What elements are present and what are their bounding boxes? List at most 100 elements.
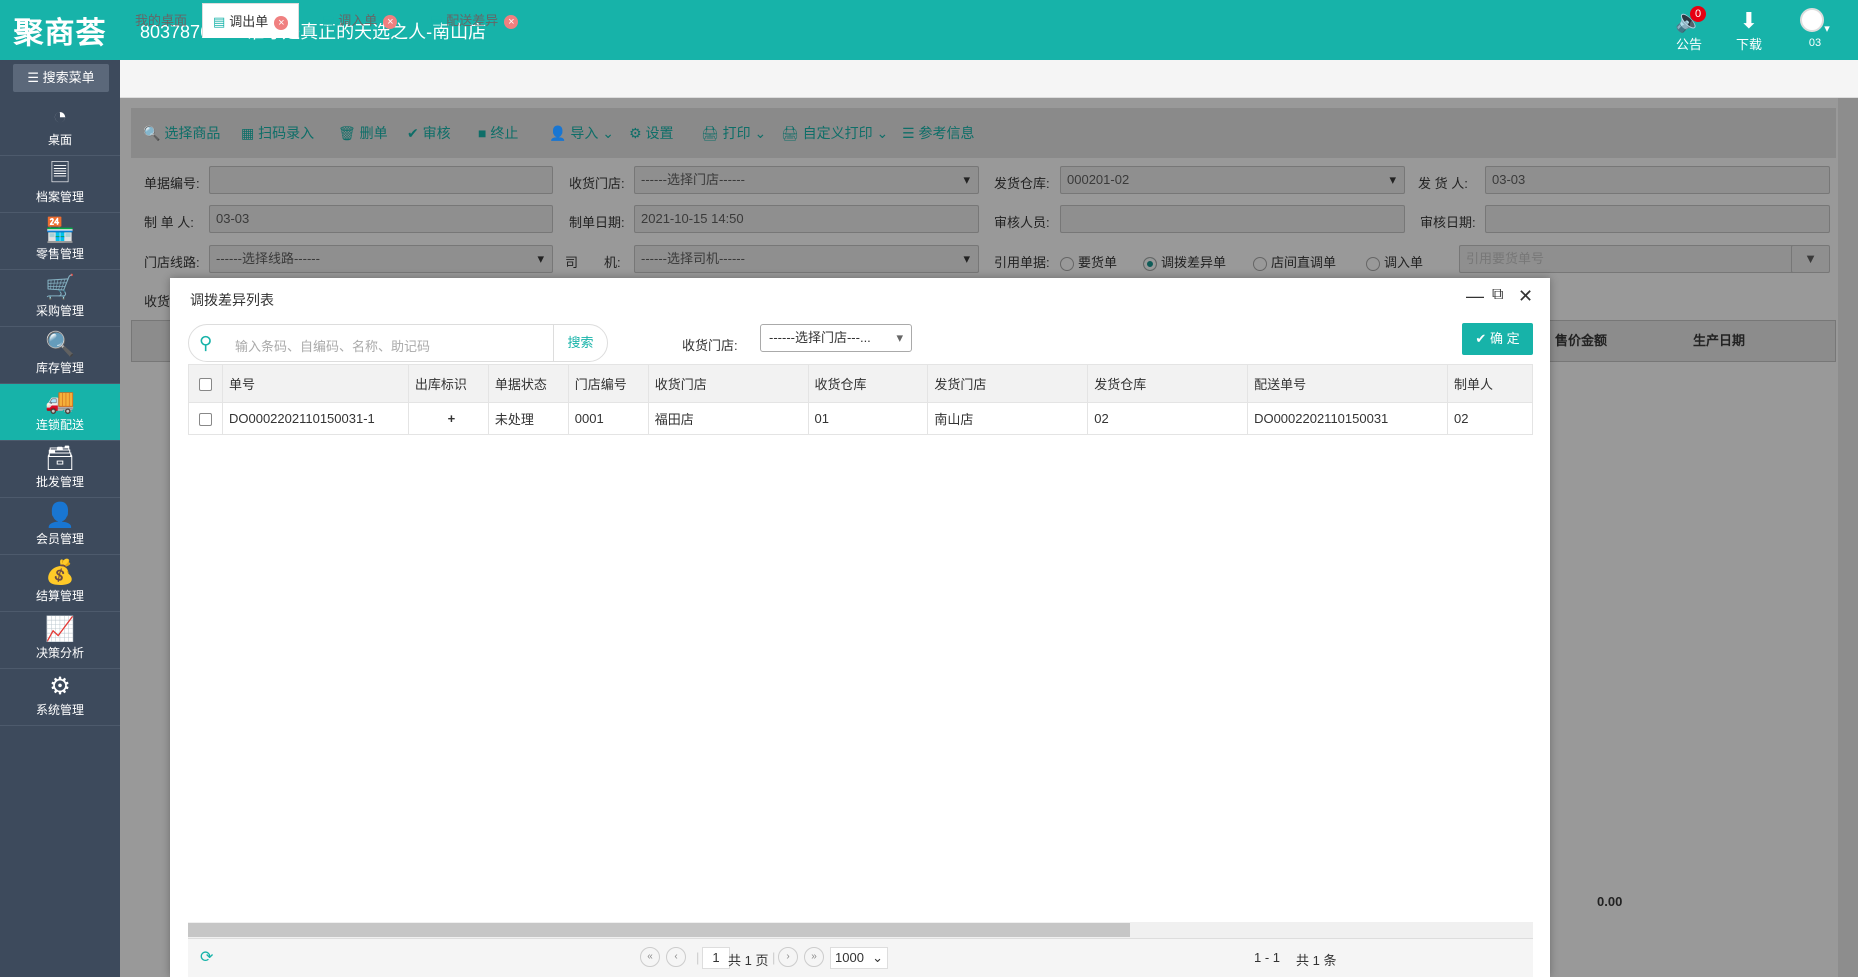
minimize-icon[interactable]: — [1466,286,1484,307]
driver-select[interactable]: ------选择司机------ [634,245,979,273]
user-menu[interactable]: ▾ 03 [1790,8,1840,49]
sidebar-item-settlement[interactable]: 💰 结算管理 [0,555,120,612]
last-page-button[interactable]: » [804,947,824,967]
select-all-checkbox[interactable] [188,364,223,403]
download-button[interactable]: ⬇ 下载 [1724,8,1774,53]
maker-cell: 02 [1446,402,1534,435]
inventory-icon: 🔍 [45,331,75,358]
ref-radio-diff[interactable]: 调拨差异单 [1143,252,1226,271]
ref-radio-request[interactable]: 要货单 [1060,252,1117,271]
doc-icon: ▤ [213,14,226,29]
total-pages: 共 1 页 [728,953,769,968]
col-header[interactable]: 收货仓库 [807,364,929,403]
reference-button[interactable]: ☰ 参考信息 [902,123,974,143]
modal-store-label: 收货门店: [682,338,738,353]
sidebar-item-label: 会员管理 [35,532,84,546]
doc-no-input[interactable] [209,166,553,194]
page-input[interactable]: 1 [702,947,730,969]
col-header[interactable]: 门店编号 [567,364,649,403]
settings-button[interactable]: ⚙ 设置 [629,123,673,143]
col-header[interactable]: 发货门店 [927,364,1089,403]
sidebar-item-distribution[interactable]: 🚚 连锁配送 [0,384,120,441]
radio-icon [1253,256,1267,271]
close-icon[interactable]: × [504,14,519,29]
search-menu-label: 搜索菜单 [42,70,95,85]
delivery-no-cell: DO0002202110150031 [1247,402,1448,435]
member-icon: 👤 [45,502,75,529]
tab-transfer-out[interactable]: ▤ 调出单 × [202,3,300,38]
next-page-button[interactable]: › [778,947,798,967]
radio-icon [1060,256,1074,271]
page-size-select[interactable]: 1000 ⌄ [830,947,888,969]
sidebar-item-desktop[interactable]: ◔ 桌面 [0,99,120,156]
sender-input[interactable]: 03-03 [1485,166,1830,194]
maximize-icon[interactable]: ⧉ [1492,286,1503,304]
search-input[interactable]: 输入条码、自编码、名称、助记码 [235,336,430,355]
sidebar-item-analysis[interactable]: 📈 决策分析 [0,612,120,669]
col-header[interactable]: 收货门店 [647,364,809,403]
ref-radio-in[interactable]: 调入单 [1366,252,1423,271]
tab-delivery-diff[interactable]: ▤ 配送差异 × [420,3,528,38]
route-label: 门店线路: [144,255,200,270]
filter-button[interactable]: ▼ [1791,245,1830,273]
audit-date-input[interactable] [1485,205,1830,233]
recv-store-select[interactable]: ------选择门店------ [634,166,979,194]
prev-page-button[interactable]: ‹ [666,947,686,967]
diff-list-modal: 调拨差异列表 — ⧉ ✕ ⚲ 输入条码、自编码、名称、助记码 搜索 收货门店: … [170,278,1550,977]
vertical-scrollbar[interactable] [1838,98,1858,977]
tab-transfer-in[interactable]: ▤ 调入单 × [312,3,407,38]
close-icon[interactable]: × [274,15,289,30]
pager: ⟳ « ‹ | 1 共 1 页 | › » 1000 ⌄ 1 - 1 共 1 条 [188,938,1533,977]
notice-button[interactable]: 🔈 0 公告 [1664,6,1714,53]
sidebar-item-inventory[interactable]: 🔍 库存管理 [0,327,120,384]
col-header[interactable]: 发货仓库 [1087,364,1249,403]
send-wh-select[interactable]: 000201-02 [1060,166,1405,194]
refresh-icon[interactable]: ⟳ [200,947,213,967]
modal-store-select[interactable]: ------选择门店---... [760,324,912,352]
ref-radio-direct[interactable]: 店间直调单 [1253,252,1336,271]
auditor-input[interactable] [1060,205,1405,233]
ref-no-input[interactable]: 引用要货单号 [1459,245,1795,273]
total-count: 共 1 条 [1296,953,1337,968]
route-select[interactable]: ------选择线路------ [209,245,553,273]
import-button[interactable]: 👤 导入 ⌄ [549,123,614,143]
audit-button[interactable]: ✔ 审核 [407,123,451,143]
make-date-input[interactable]: 2021-10-15 14:50 [634,205,979,233]
sidebar-item-retail[interactable]: 🏪 零售管理 [0,213,120,270]
row-checkbox[interactable] [188,402,223,435]
close-icon[interactable]: × [383,14,398,29]
first-page-button[interactable]: « [640,947,660,967]
delete-button[interactable]: 🗑 删单 [338,123,388,143]
confirm-button[interactable]: ✔ 确 定 [1462,323,1533,355]
tab-label: 配送差异 [446,13,499,28]
select-goods-button[interactable]: 🔍 选择商品 [143,123,220,143]
menu-search-icon: ☰ [27,70,39,85]
col-header[interactable]: 单号 [221,364,409,403]
tab-my-desktop[interactable]: 我的桌面 [125,3,197,38]
col-header[interactable]: 单据状态 [487,364,569,403]
doc-no-link[interactable]: DO0002202110150031-1 [221,402,409,435]
maker-input[interactable]: 03-03 [209,205,553,233]
store-no-cell: 0001 [567,402,649,435]
sidebar-item-label: 结算管理 [35,589,84,603]
scrollbar-thumb[interactable] [188,923,1130,937]
col-header[interactable]: 制单人 [1446,364,1534,403]
horizontal-scrollbar[interactable] [188,922,1533,938]
table-row[interactable]: DO0002202110150031-1 + 未处理 0001 福田店 01 南… [188,402,1534,435]
cart-icon: 🛒 [45,274,75,301]
sidebar-item-system[interactable]: ⚙ 系统管理 [0,669,120,726]
col-header[interactable]: 配送单号 [1247,364,1448,403]
scan-entry-button[interactable]: ▦ 扫码录入 [241,123,314,143]
search-button[interactable]: 搜索 [553,325,607,361]
search-menu-button[interactable]: ☰ 搜索菜单 [13,64,109,92]
col-header[interactable]: 出库标识 [407,364,489,403]
avatar-icon: ▾ [1790,8,1840,35]
terminate-button[interactable]: ■ 终止 [478,123,518,143]
sidebar-item-purchase[interactable]: 🛒 采购管理 [0,270,120,327]
sidebar-item-archive[interactable]: 🗏 档案管理 [0,156,120,213]
print-button[interactable]: 🖨 打印 ⌄ [701,123,766,143]
close-icon[interactable]: ✕ [1518,286,1533,307]
sidebar-item-wholesale[interactable]: 🗃 批发管理 [0,441,120,498]
custom-print-button[interactable]: 🖨 自定义打印 ⌄ [781,123,888,143]
sidebar-item-member[interactable]: 👤 会员管理 [0,498,120,555]
